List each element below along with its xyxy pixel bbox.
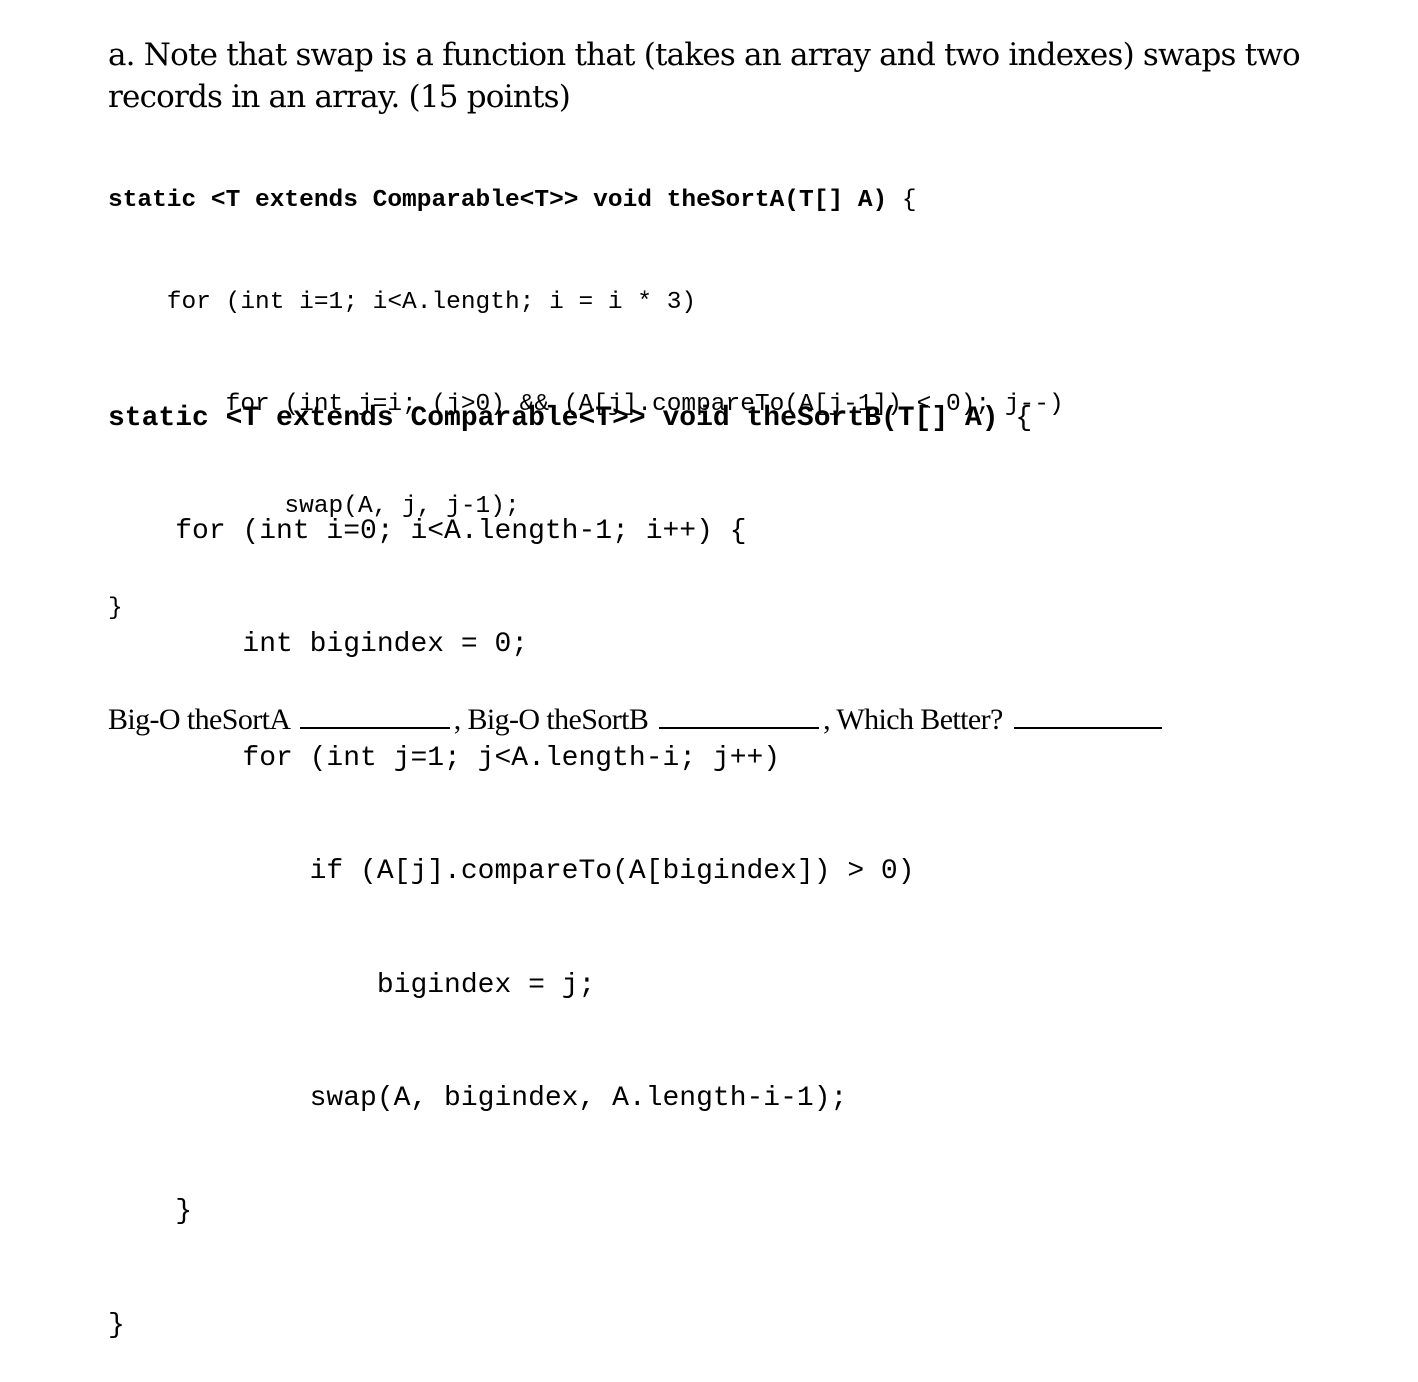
method-signature: static <T extends Comparable<T>> void th…	[108, 402, 999, 434]
which-better-label: , Which Better?	[823, 703, 1003, 736]
code-signature-line: static <T extends Comparable<T>> void th…	[108, 184, 1064, 218]
open-brace: {	[998, 402, 1033, 434]
bigo-sort-a-blank[interactable]	[299, 697, 450, 729]
bigo-sort-a-label: Big-O theSortA	[108, 703, 289, 736]
bigo-sort-b-label: , Big-O theSortB	[453, 703, 649, 736]
bigo-sort-b-blank[interactable]	[659, 697, 820, 729]
method-signature: static <T extends Comparable<T>> void th…	[108, 187, 888, 214]
open-brace: {	[887, 187, 917, 214]
code-line: for (int j=1; j<A.length-i; j++)	[108, 742, 781, 774]
code-line: }	[108, 1309, 125, 1341]
code-line: for (int i=0; i<A.length-1; i++) {	[108, 515, 747, 547]
code-line: for (int i=1; i<A.length; i = i * 3)	[108, 289, 697, 316]
code-line: int bigindex = 0;	[108, 629, 529, 661]
which-better-blank[interactable]	[1013, 697, 1162, 729]
code-signature-line: static <T extends Comparable<T>> void th…	[108, 400, 1032, 438]
code-line: swap(A, bigindex, A.length-i-1);	[108, 1082, 848, 1114]
code-line: bigindex = j;	[108, 969, 596, 1001]
answer-line: Big-O theSortA , Big-O theSortB , Which …	[108, 697, 1166, 740]
code-block-sort-b: static <T extends Comparable<T>> void th…	[108, 324, 1032, 1382]
code-line: if (A[j].compareTo(A[bigindex]) > 0)	[108, 856, 915, 888]
question-intro: a. Note that swap is a function that (ta…	[108, 37, 1301, 115]
code-line: }	[108, 1196, 193, 1228]
